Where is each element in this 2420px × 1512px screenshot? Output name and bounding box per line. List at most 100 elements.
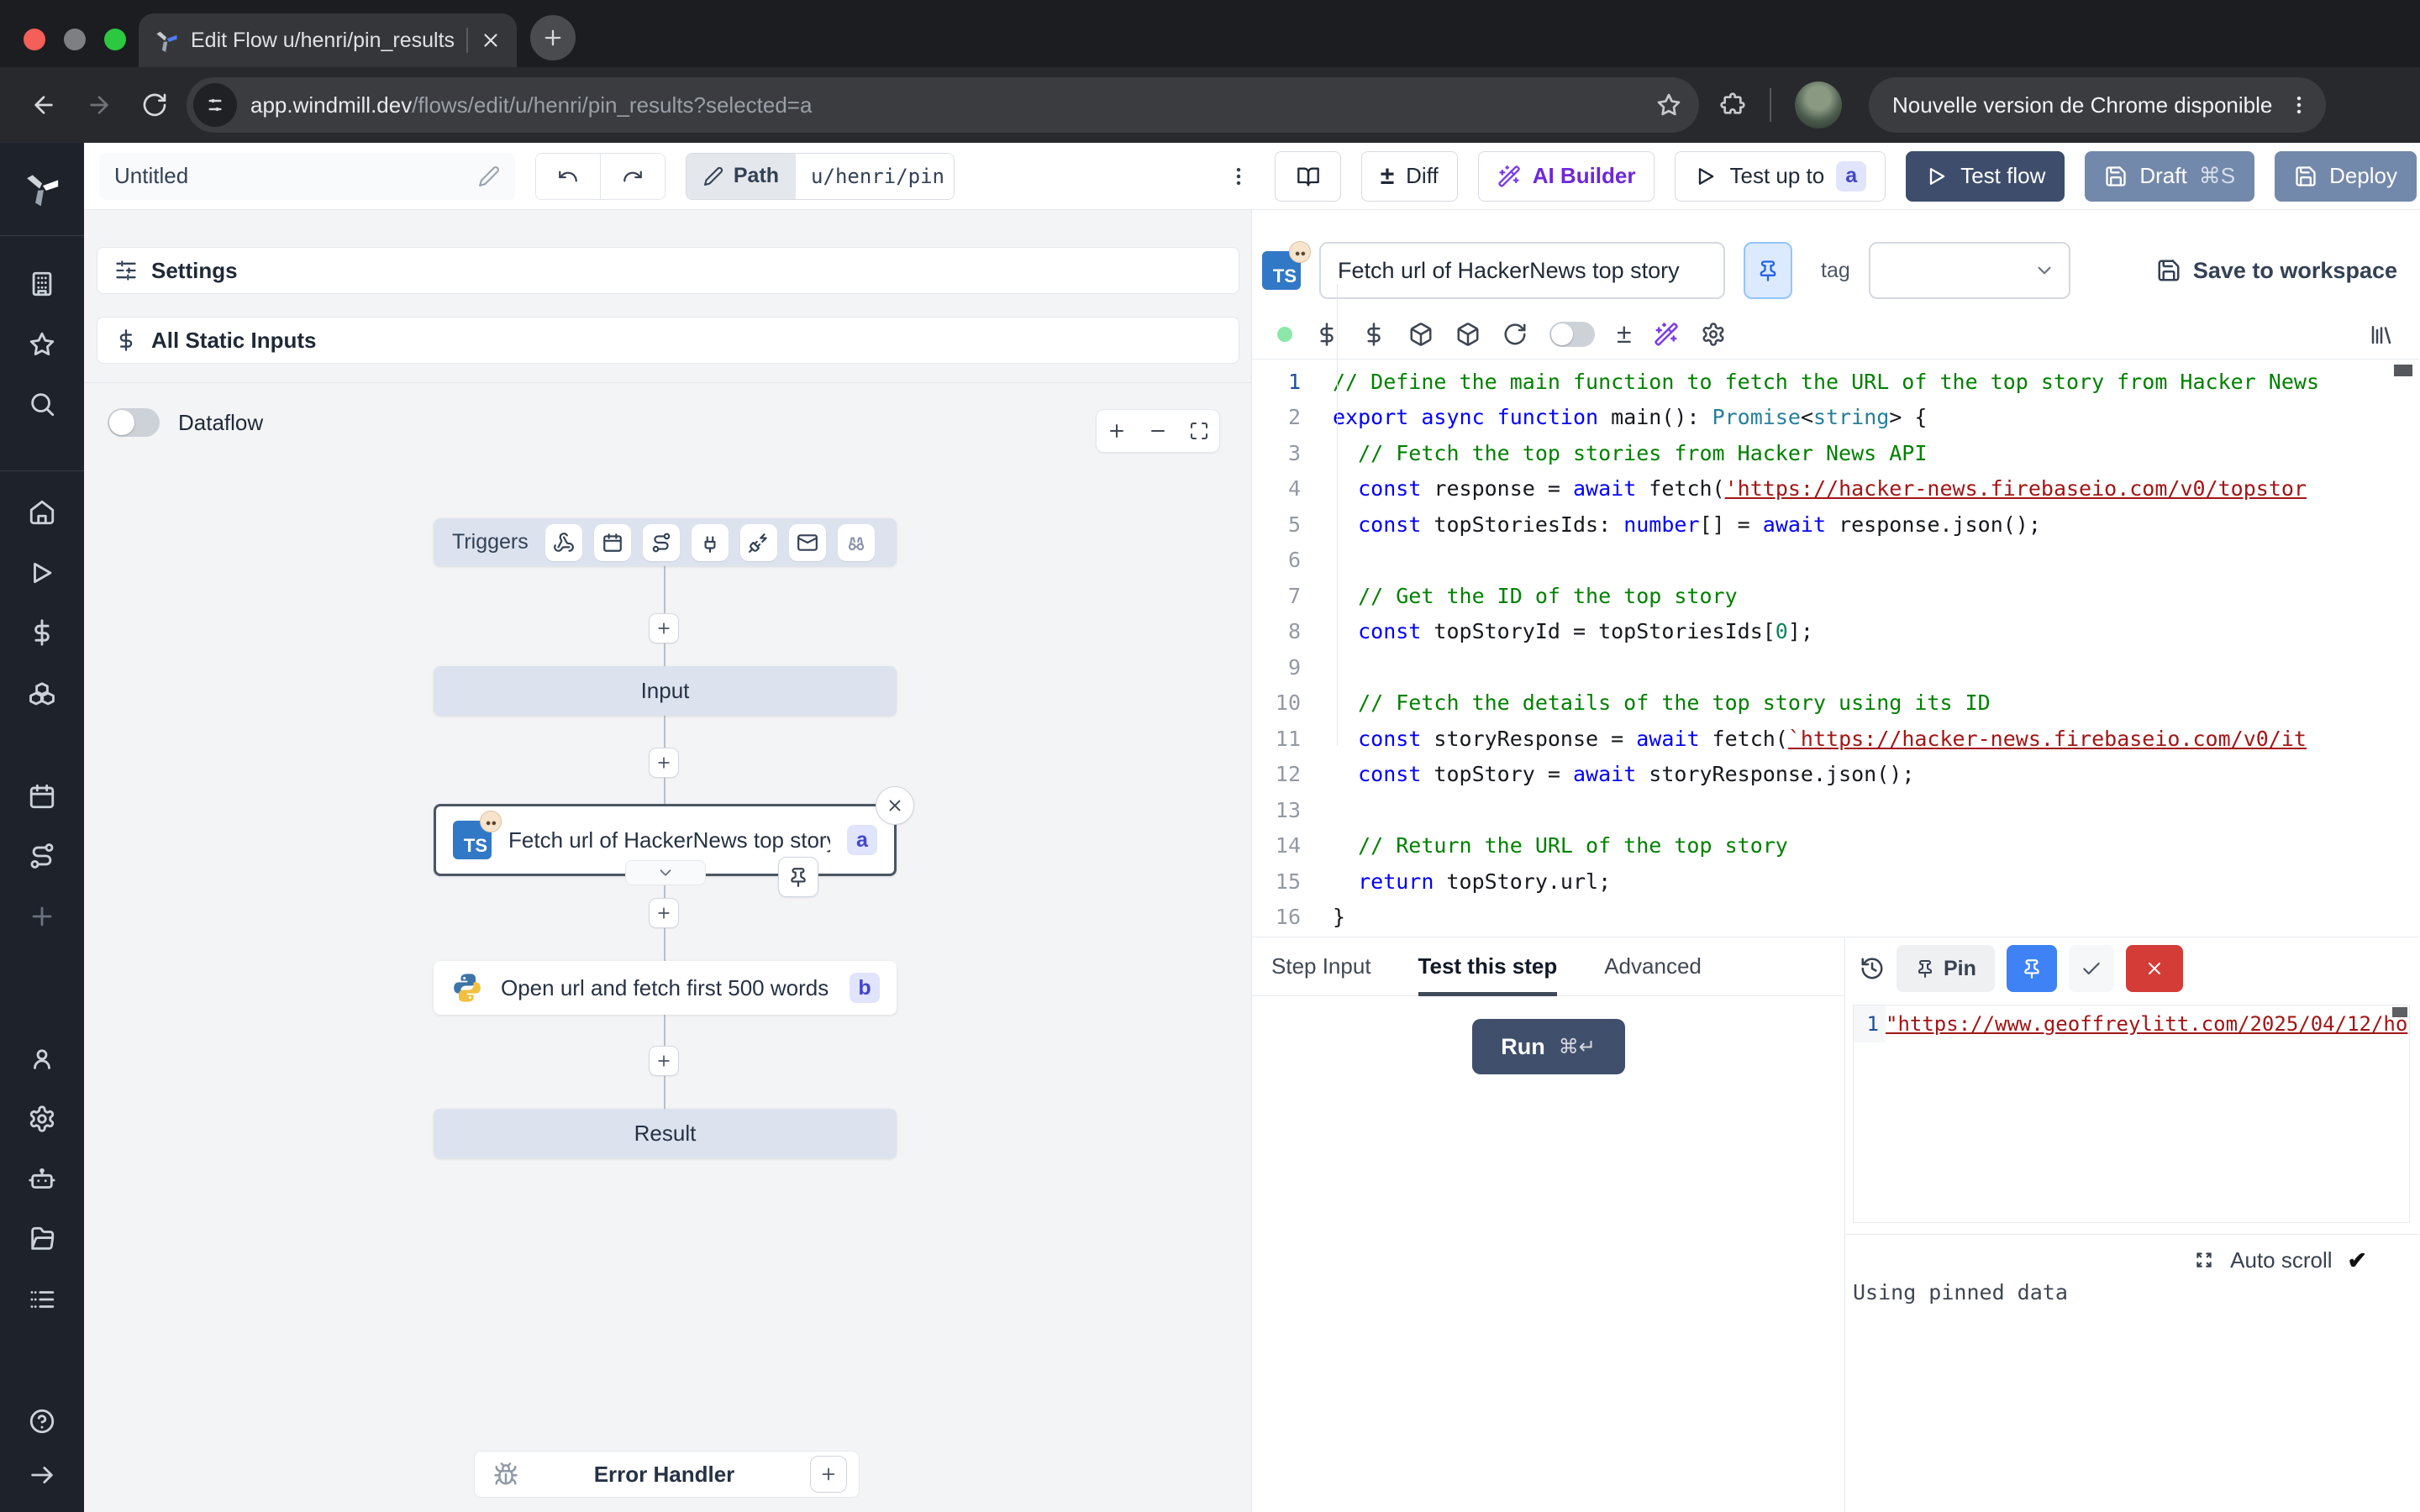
- ai-gen-icon[interactable]: [1654, 322, 1679, 347]
- script-settings-icon[interactable]: [1701, 322, 1726, 347]
- sidebar-item-favorites-icon[interactable]: [28, 330, 56, 359]
- sidebar-item-search-icon[interactable]: [28, 390, 56, 418]
- sidebar-item-add-icon[interactable]: [28, 902, 56, 931]
- sidebar-item-schedules-icon[interactable]: [28, 782, 56, 811]
- sidebar-item-variables-icon[interactable]: [28, 618, 56, 647]
- test-flow-button[interactable]: Test flow: [1906, 151, 2065, 202]
- flow-name-field[interactable]: Untitled: [99, 153, 515, 200]
- history-icon[interactable]: [1860, 956, 1885, 981]
- delete-step-button[interactable]: [876, 786, 914, 825]
- step-b-node[interactable]: Open url and fetch first 500 words of ..…: [434, 961, 897, 1015]
- insert-step-button[interactable]: [649, 898, 679, 928]
- expand-icon[interactable]: [2193, 1249, 2215, 1271]
- all-static-inputs-row[interactable]: All Static Inputs: [97, 317, 1239, 364]
- path-chip[interactable]: Path u/henri/pin: [686, 153, 955, 200]
- step-title-input[interactable]: [1319, 242, 1725, 299]
- websocket-trigger-button[interactable]: [692, 524, 729, 561]
- sidebar-item-users-icon[interactable]: [28, 1044, 56, 1073]
- triggers-node[interactable]: Triggers: [434, 518, 897, 566]
- code-editor[interactable]: 1// Define the main function to fetch th…: [1252, 361, 2419, 937]
- extensions-icon[interactable]: [1719, 92, 1746, 118]
- checkmark-icon[interactable]: ✔: [2348, 1247, 2367, 1274]
- new-tab-button[interactable]: [530, 15, 576, 60]
- pinned-data-editor[interactable]: 1 "https://www.geoffreylitt.com/2025/04/…: [1853, 1005, 2410, 1223]
- sidebar-item-help-icon[interactable]: [28, 1407, 56, 1436]
- forward-button[interactable]: [76, 81, 123, 129]
- email-trigger-button[interactable]: [789, 524, 826, 561]
- back-button[interactable]: [20, 81, 67, 129]
- step-badge[interactable]: a: [1836, 161, 1866, 192]
- schedule-trigger-button[interactable]: [594, 524, 631, 561]
- insert-step-button[interactable]: [649, 613, 679, 643]
- flow-settings-row[interactable]: Settings: [97, 247, 1239, 294]
- zoom-window-button[interactable]: [104, 29, 126, 50]
- step-a-node[interactable]: TS Fetch url of HackerNews top story a: [434, 804, 897, 876]
- editor-scrollbar[interactable]: [2392, 1007, 2407, 1017]
- sidebar-item-triggers-icon[interactable]: [28, 842, 56, 870]
- minimize-window-button[interactable]: [64, 29, 86, 50]
- http-route-trigger-button[interactable]: [643, 524, 680, 561]
- dependencies-icon[interactable]: [1408, 322, 1434, 347]
- sidebar-item-audit-logs-icon[interactable]: [28, 1285, 56, 1314]
- sidebar-item-home-icon[interactable]: [28, 498, 56, 527]
- browser-tab[interactable]: Edit Flow u/henri/pin_results: [139, 13, 517, 67]
- editor-scrollbar[interactable]: [2394, 365, 2412, 376]
- resources-icon[interactable]: [1361, 322, 1386, 347]
- reload-button[interactable]: [131, 81, 178, 129]
- redo-button[interactable]: [601, 154, 665, 199]
- sidebar-item-folders-icon[interactable]: [28, 1225, 56, 1253]
- sidebar-item-resources-icon[interactable]: [28, 681, 56, 710]
- run-button[interactable]: Run ⌘↵: [1472, 1019, 1625, 1074]
- sidebar-item-runs-icon[interactable]: [28, 559, 56, 587]
- chrome-update-button[interactable]: Nouvelle version de Chrome disponible: [1869, 77, 2326, 133]
- poll-trigger-button[interactable]: [838, 524, 875, 561]
- accept-button[interactable]: [2069, 945, 2114, 992]
- sidebar-item-settings-icon[interactable]: [28, 1105, 56, 1133]
- webhook-trigger-button[interactable]: [545, 524, 582, 561]
- fit-view-icon[interactable]: [1189, 421, 1209, 441]
- close-window-button[interactable]: [24, 29, 45, 50]
- address-bar[interactable]: app.windmill.dev/flows/edit/u/henri/pin_…: [187, 77, 1699, 133]
- bookmark-star-icon[interactable]: [1655, 92, 1682, 118]
- insert-step-button[interactable]: [649, 748, 679, 778]
- tab-advanced[interactable]: Advanced: [1604, 937, 1702, 996]
- pin-step-button[interactable]: [1744, 242, 1792, 299]
- zoom-in-icon[interactable]: [1107, 421, 1127, 441]
- tag-select[interactable]: [1869, 242, 2070, 299]
- assets-icon[interactable]: [1455, 322, 1481, 347]
- close-tab-icon[interactable]: [480, 29, 502, 51]
- script-library-icon[interactable]: [2369, 322, 2394, 347]
- diff-button[interactable]: ±Diff: [1361, 151, 1458, 202]
- tab-test-this-step[interactable]: Test this step: [1418, 937, 1558, 996]
- draft-button[interactable]: Draft⌘S: [2085, 151, 2254, 202]
- docs-button[interactable]: [1275, 151, 1340, 202]
- site-settings-button[interactable]: [193, 83, 237, 127]
- diff-toggle[interactable]: [1549, 322, 1595, 347]
- input-node[interactable]: Input: [434, 666, 897, 716]
- variables-icon[interactable]: [1314, 322, 1339, 347]
- deploy-button[interactable]: Deploy: [2275, 151, 2417, 202]
- sidebar-item-workspace-icon[interactable]: [28, 270, 56, 298]
- sidebar-item-expand-sidebar-icon[interactable]: [28, 1461, 56, 1489]
- insert-step-button[interactable]: [649, 1046, 679, 1076]
- pin-button[interactable]: Pin: [1897, 945, 1995, 992]
- dataflow-toggle[interactable]: [108, 408, 160, 437]
- result-node[interactable]: Result: [434, 1109, 897, 1158]
- diff-mode[interactable]: ±: [1617, 318, 1632, 349]
- ai-builder-button[interactable]: AI Builder: [1478, 151, 1655, 202]
- undo-button[interactable]: [536, 154, 600, 199]
- save-to-workspace-button[interactable]: Save to workspace: [2156, 258, 2397, 284]
- browser-menu-icon[interactable]: [2287, 93, 2311, 117]
- tab-step-input[interactable]: Step Input: [1271, 937, 1371, 996]
- add-error-handler-button[interactable]: [810, 1456, 847, 1493]
- pinned-indicator[interactable]: [778, 857, 818, 897]
- zoom-out-icon[interactable]: [1148, 421, 1168, 441]
- profile-avatar[interactable]: [1795, 81, 1842, 129]
- expand-step-button[interactable]: [625, 860, 706, 885]
- clear-pin-button[interactable]: [2126, 945, 2183, 992]
- more-options-button[interactable]: [1222, 154, 1255, 199]
- reload-icon[interactable]: [1502, 322, 1528, 347]
- pin-active-button[interactable]: [2007, 945, 2057, 992]
- sidebar-item-ai-assistant-icon[interactable]: [28, 1166, 56, 1194]
- test-up-to-button[interactable]: Test up toa: [1675, 151, 1886, 202]
